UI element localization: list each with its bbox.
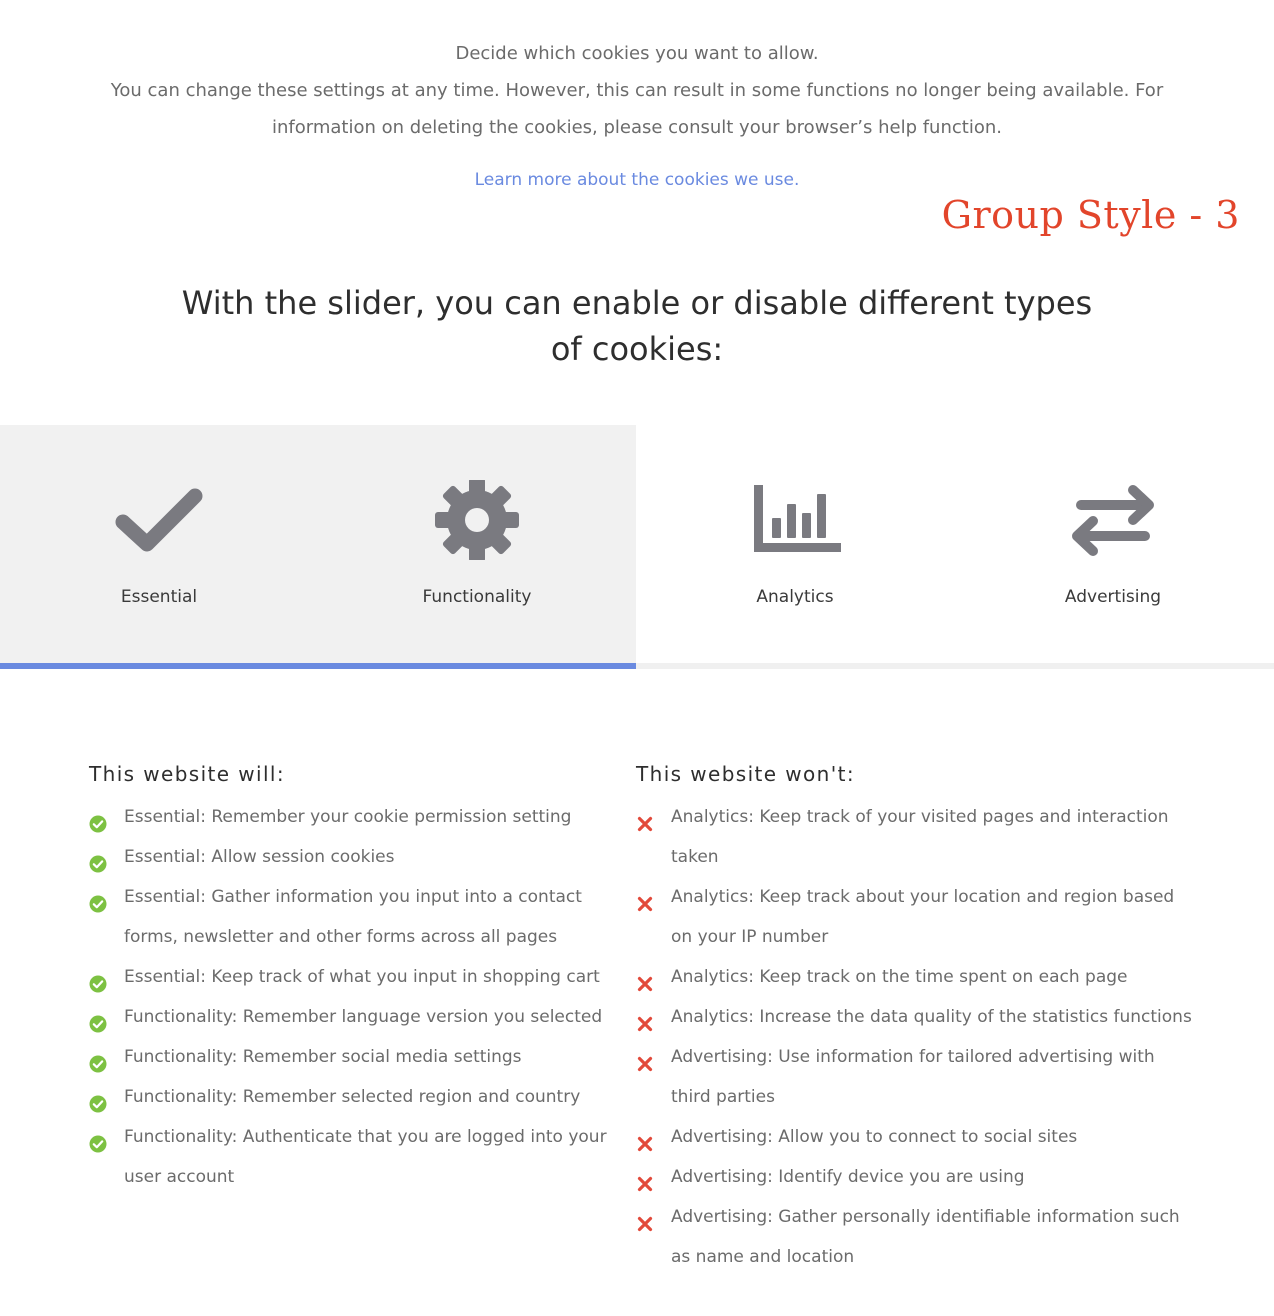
wont-list-section: This website won't: Analytics: Keep trac… xyxy=(636,757,1196,1277)
list-item-text: Functionality: Authenticate that you are… xyxy=(124,1127,607,1187)
swap-arrows-icon xyxy=(1067,480,1159,560)
cross-icon xyxy=(636,1048,654,1072)
list-item: Functionality: Remember selected region … xyxy=(89,1077,619,1117)
check-circle-icon xyxy=(89,1088,107,1113)
wont-list-title: This website won't: xyxy=(636,762,856,786)
slider-track-fill xyxy=(0,663,636,669)
intro-section: Decide which cookies you want to allow. … xyxy=(0,35,1274,146)
learn-more-link[interactable]: Learn more about the cookies we use. xyxy=(0,170,1274,190)
cross-icon xyxy=(636,808,654,832)
check-circle-icon xyxy=(89,848,107,873)
will-list-section: This website will: Essential: Remember y… xyxy=(89,757,619,1197)
list-item: Functionality: Authenticate that you are… xyxy=(89,1117,619,1197)
category-label-advertising: Advertising xyxy=(1064,587,1162,607)
style-label: Group Style - 3 xyxy=(941,193,1240,237)
list-item-text: Analytics: Increase the data quality of … xyxy=(671,1007,1192,1027)
wont-list: Analytics: Keep track of your visited pa… xyxy=(636,797,1196,1277)
list-item: Analytics: Keep track about your locatio… xyxy=(636,877,1196,957)
will-list: Essential: Remember your cookie permissi… xyxy=(89,797,619,1197)
will-list-title: This website will: xyxy=(89,762,286,786)
list-item: Analytics: Keep track of your visited pa… xyxy=(636,797,1196,877)
list-item: Functionality: Remember social media set… xyxy=(89,1037,619,1077)
list-item: Essential: Keep track of what you input … xyxy=(89,957,619,997)
gear-icon xyxy=(431,480,523,560)
checkmark-icon xyxy=(113,480,205,560)
list-item-text: Functionality: Remember language version… xyxy=(124,1007,603,1027)
cross-icon xyxy=(636,888,654,912)
list-item-text: Analytics: Keep track about your locatio… xyxy=(671,887,1175,947)
category-essential[interactable]: Essential xyxy=(0,425,318,663)
list-item-text: Advertising: Identify device you are usi… xyxy=(671,1167,1025,1187)
list-item-text: Essential: Gather information you input … xyxy=(124,887,582,947)
cross-icon xyxy=(636,1168,654,1192)
intro-heading: Decide which cookies you want to allow. xyxy=(455,43,819,64)
list-item: Essential: Gather information you input … xyxy=(89,877,619,957)
list-item: Functionality: Remember language version… xyxy=(89,997,619,1037)
list-item: Advertising: Gather personally identifia… xyxy=(636,1197,1196,1277)
list-item-text: Functionality: Remember social media set… xyxy=(124,1047,522,1067)
list-item: Essential: Allow session cookies xyxy=(89,837,619,877)
category-advertising[interactable]: Advertising xyxy=(954,425,1272,663)
category-label-analytics: Analytics xyxy=(756,587,834,607)
check-circle-icon xyxy=(89,1008,107,1033)
category-analytics[interactable]: Analytics xyxy=(636,425,954,663)
list-item: Analytics: Increase the data quality of … xyxy=(636,997,1196,1037)
list-item-text: Advertising: Use information for tailore… xyxy=(671,1047,1155,1107)
check-circle-icon xyxy=(89,1128,107,1153)
bar-chart-icon xyxy=(749,480,841,560)
list-item: Essential: Remember your cookie permissi… xyxy=(89,797,619,837)
cross-icon xyxy=(636,1208,654,1232)
list-item-text: Advertising: Allow you to connect to soc… xyxy=(671,1127,1078,1147)
list-item-text: Essential: Allow session cookies xyxy=(124,847,395,867)
list-item-text: Essential: Remember your cookie permissi… xyxy=(124,807,572,827)
cross-icon xyxy=(636,1128,654,1152)
category-functionality[interactable]: Functionality xyxy=(318,425,636,663)
list-item-text: Analytics: Keep track of your visited pa… xyxy=(671,807,1169,867)
category-label-functionality: Functionality xyxy=(422,587,532,607)
list-item: Analytics: Keep track on the time spent … xyxy=(636,957,1196,997)
cross-icon xyxy=(636,1008,654,1032)
intro-body: You can change these settings at any tim… xyxy=(110,80,1164,138)
category-label-essential: Essential xyxy=(120,587,198,607)
list-item: Advertising: Identify device you are usi… xyxy=(636,1157,1196,1197)
slider-heading: With the slider, you can enable or disab… xyxy=(181,284,1093,368)
list-item-text: Functionality: Remember selected region … xyxy=(124,1087,581,1107)
check-circle-icon xyxy=(89,968,107,993)
slider-track[interactable] xyxy=(0,663,1274,669)
list-item: Advertising: Allow you to connect to soc… xyxy=(636,1117,1196,1157)
list-item-text: Essential: Keep track of what you input … xyxy=(124,967,600,987)
check-circle-icon xyxy=(89,888,107,913)
cookie-slider[interactable]: Essential Functionality Analytics Advert… xyxy=(0,425,1274,669)
check-circle-icon xyxy=(89,808,107,833)
cross-icon xyxy=(636,968,654,992)
list-item-text: Analytics: Keep track on the time spent … xyxy=(671,967,1128,987)
list-item-text: Advertising: Gather personally identifia… xyxy=(671,1207,1180,1267)
list-item: Advertising: Use information for tailore… xyxy=(636,1037,1196,1117)
check-circle-icon xyxy=(89,1048,107,1073)
